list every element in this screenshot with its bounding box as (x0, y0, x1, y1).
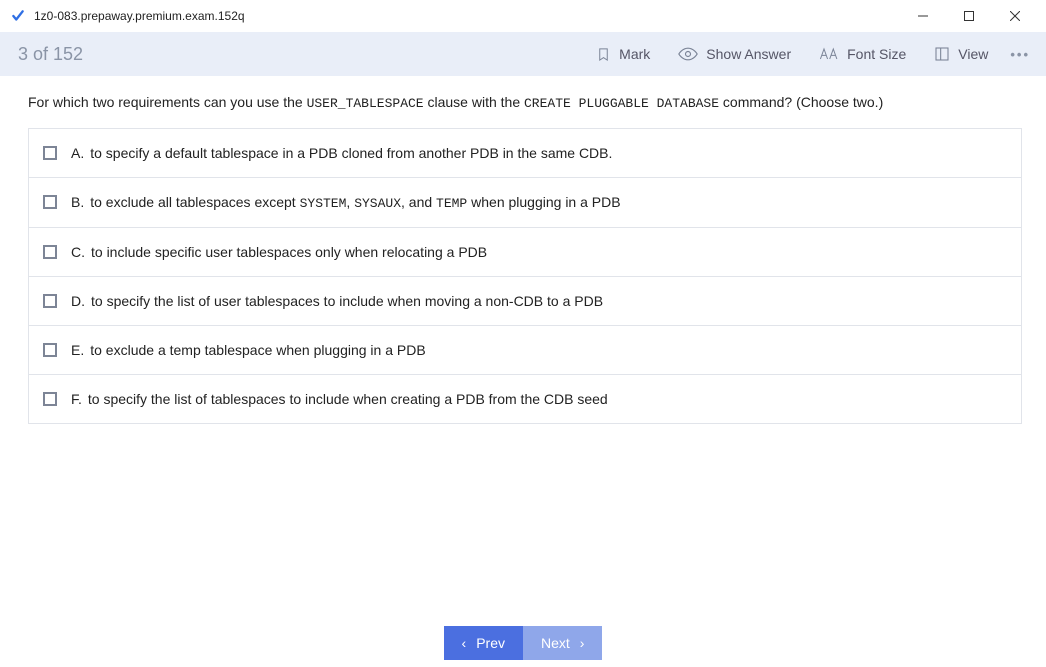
question-text: For which two requirements can you use t… (28, 92, 1022, 114)
option-letter: D. (71, 293, 85, 309)
next-label: Next (541, 635, 570, 651)
window-controls (900, 0, 1038, 32)
option-e[interactable]: E. to exclude a temp tablespace when plu… (29, 325, 1021, 374)
option-letter: B. (71, 194, 84, 210)
next-button[interactable]: Next › (523, 626, 602, 660)
option-f[interactable]: F. to specify the list of tablespaces to… (29, 374, 1021, 423)
mark-label: Mark (619, 46, 650, 62)
option-letter: A. (71, 145, 84, 161)
font-size-label: Font Size (847, 46, 906, 62)
option-letter: E. (71, 342, 84, 358)
checkbox-icon (43, 245, 57, 259)
question-post: command? (Choose two.) (719, 94, 883, 110)
question-code-1: USER_TABLESPACE (307, 96, 424, 111)
window-title: 1z0-083.prepaway.premium.exam.152q (34, 9, 900, 23)
question-pre: For which two requirements can you use t… (28, 94, 307, 110)
checkbox-icon (43, 294, 57, 308)
view-label: View (958, 46, 988, 62)
bookmark-icon (596, 46, 611, 63)
view-icon (934, 46, 950, 62)
mark-button[interactable]: Mark (596, 46, 650, 63)
maximize-button[interactable] (946, 0, 992, 32)
titlebar: 1z0-083.prepaway.premium.exam.152q (0, 0, 1046, 32)
font-size-icon (819, 47, 839, 61)
chevron-left-icon: ‹ (462, 635, 467, 651)
question-mid: clause with the (424, 94, 524, 110)
checkbox-icon (43, 146, 57, 160)
question-counter: 3 of 152 (18, 44, 568, 65)
minimize-button[interactable] (900, 0, 946, 32)
option-text: to exclude a temp tablespace when pluggi… (90, 342, 425, 358)
option-text: to specify the list of user tablespaces … (91, 293, 603, 309)
prev-button[interactable]: ‹ Prev (444, 626, 523, 660)
option-letter: F. (71, 391, 82, 407)
chevron-right-icon: › (580, 635, 585, 651)
eye-icon (678, 47, 698, 61)
show-answer-button[interactable]: Show Answer (678, 46, 791, 62)
content-area: For which two requirements can you use t… (0, 76, 1046, 619)
nav-buttons: ‹ Prev Next › (444, 626, 603, 660)
bottom-nav: ‹ Prev Next › (0, 619, 1046, 667)
checkbox-icon (43, 195, 57, 209)
app-icon (10, 8, 26, 24)
option-b[interactable]: B. to exclude all tablespaces except SYS… (29, 177, 1021, 227)
option-text: to exclude all tablespaces except SYSTEM… (90, 194, 620, 211)
option-d[interactable]: D. to specify the list of user tablespac… (29, 276, 1021, 325)
question-code-2: CREATE PLUGGABLE DATABASE (524, 96, 719, 111)
option-text: to specify the list of tablespaces to in… (88, 391, 608, 407)
prev-label: Prev (476, 635, 505, 651)
option-text: to include specific user tablespaces onl… (91, 244, 487, 260)
option-c[interactable]: C. to include specific user tablespaces … (29, 227, 1021, 276)
show-answer-label: Show Answer (706, 46, 791, 62)
view-button[interactable]: View (934, 46, 988, 62)
option-text: to specify a default tablespace in a PDB… (90, 145, 612, 161)
checkbox-icon (43, 392, 57, 406)
toolbar: 3 of 152 Mark Show Answer Font Size View… (0, 32, 1046, 76)
option-letter: C. (71, 244, 85, 260)
checkbox-icon (43, 343, 57, 357)
option-a[interactable]: A. to specify a default tablespace in a … (29, 129, 1021, 177)
font-size-button[interactable]: Font Size (819, 46, 906, 62)
close-button[interactable] (992, 0, 1038, 32)
more-button[interactable]: ••• (1010, 47, 1030, 62)
options-list: A. to specify a default tablespace in a … (28, 128, 1022, 424)
